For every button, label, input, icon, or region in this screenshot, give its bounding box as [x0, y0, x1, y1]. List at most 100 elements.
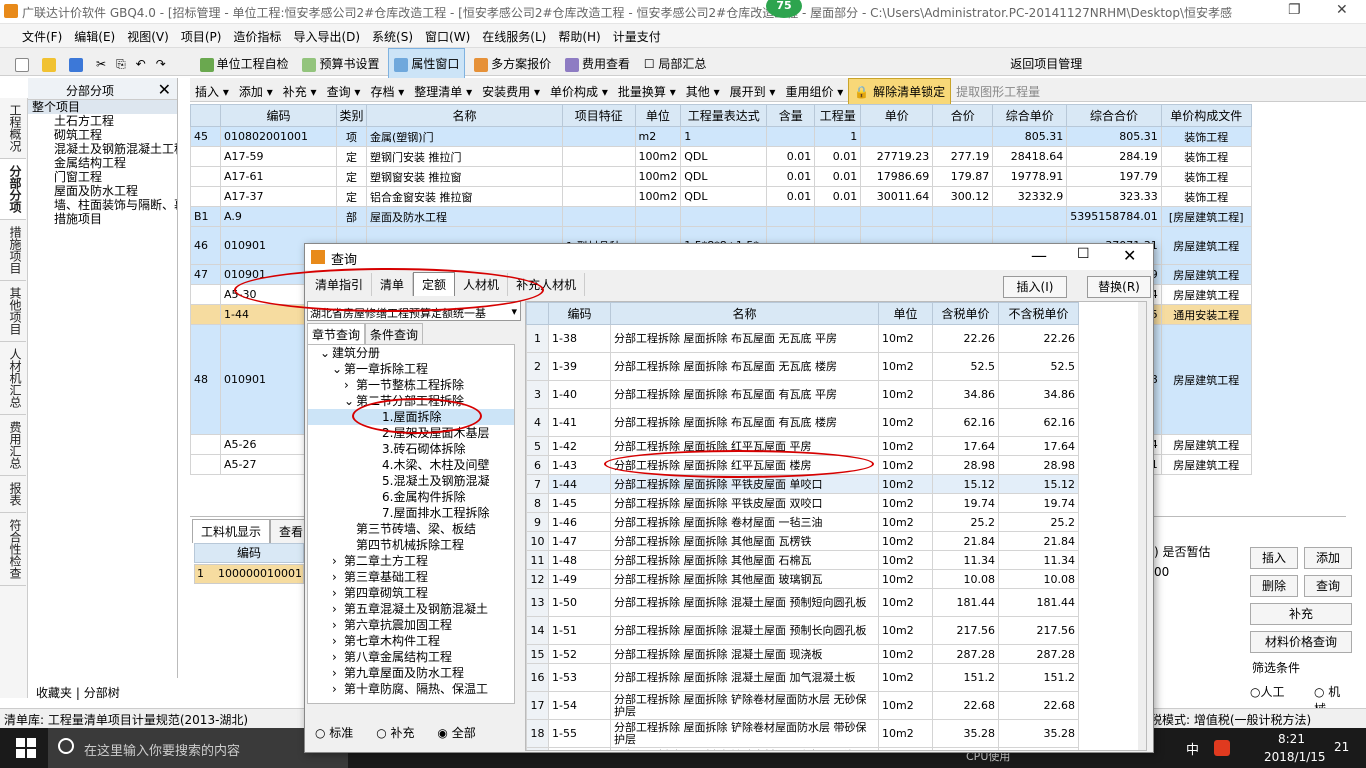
column-header[interactable]: 工程量表达式	[680, 104, 768, 127]
chapter-tree-item[interactable]: › 第十章防腐、隔热、保温工	[308, 681, 514, 697]
close-button[interactable]: ✕	[1336, 2, 1348, 18]
quota-row[interactable]: 16 1-53 分部工程拆除 屋面拆除 混凝土屋面 加气混凝土板 10m2 151.2 1…	[526, 663, 1079, 692]
tree-item[interactable]: 屋面及防水工程	[28, 184, 177, 198]
menu-file[interactable]: 文件(F)	[0, 24, 68, 49]
radio-labor[interactable]: ○人工	[1250, 683, 1285, 700]
menu-cost-index[interactable]: 造价指标	[227, 24, 287, 49]
quota-row[interactable]: 17 1-54 分部工程拆除 屋面拆除 铲除卷材屋面防水层 无砂保护层 10m2 22.…	[526, 691, 1079, 720]
column-header[interactable]: 含量	[766, 104, 816, 127]
tab-condition-query[interactable]: 条件查询	[365, 323, 424, 346]
menu-window[interactable]: 窗口(W)	[419, 24, 476, 49]
supplement-button[interactable]: 补充 ▾	[278, 79, 322, 104]
notification-icon[interactable]: 21	[1334, 740, 1349, 754]
table-row[interactable]: A17-37 定铝合金窗安装 推拉窗 100m2 QDL 0.01 0.01 30011.6…	[190, 186, 1252, 207]
quota-row[interactable]: 11 1-48 分部工程拆除 屋面拆除 其他屋面 石棉瓦 10m2 11.34 11.34	[526, 550, 1079, 570]
clock-time[interactable]: 8:21	[1278, 732, 1305, 746]
chapter-tree-item[interactable]: › 第一节整栋工程拆除	[308, 377, 514, 393]
radio-all[interactable]: ◉ 全部	[437, 726, 475, 740]
quota-row[interactable]: 8 1-45 分部工程拆除 屋面拆除 平铁皮屋面 双咬口 10m2 19.74 19.74	[526, 493, 1079, 513]
windows-start-icon[interactable]	[16, 738, 36, 758]
tab-labor-summary[interactable]: 人材机汇总	[0, 342, 26, 415]
column-header[interactable]: 综合合价	[1066, 104, 1162, 127]
multi-quote-button[interactable]: 多方案报价	[469, 49, 556, 78]
tab-overview[interactable]: 工程概况	[0, 98, 26, 159]
quota-column-header[interactable]: 编码	[548, 302, 611, 325]
column-header[interactable]	[190, 104, 221, 127]
chapter-tree-item[interactable]: › 第四章砌筑工程	[308, 585, 514, 601]
chapter-tree-item[interactable]: › 第六章抗震加固工程	[308, 617, 514, 633]
column-header[interactable]: 单位	[634, 104, 682, 127]
fee-view-button[interactable]: 费用查看	[560, 49, 635, 78]
menu-project[interactable]: 项目(P)	[175, 24, 228, 49]
insert-material-button[interactable]: 插入	[1250, 547, 1298, 569]
expand-to-button[interactable]: 展开到 ▾	[725, 79, 781, 104]
table-row[interactable]: 45 010802001001 项金属(塑钢)门 m2 1 1 805.31 805.31 装饰…	[190, 126, 1252, 147]
quota-row[interactable]: 14 1-51 分部工程拆除 屋面拆除 混凝土屋面 预制长向圆孔板 10m2 217.5…	[526, 616, 1079, 645]
chapter-tree-item[interactable]: 7.屋面排水工程拆除	[308, 505, 514, 521]
delete-material-button[interactable]: 删除	[1250, 575, 1298, 597]
quota-column-header[interactable]: 名称	[610, 302, 879, 325]
chapter-tree-item[interactable]: › 第八章金属结构工程	[308, 649, 514, 665]
table-row[interactable]: B1 A.9 部屋面及防水工程 5395158784.01 [房屋建筑工程]	[190, 206, 1252, 227]
tree-item[interactable]: 混凝土及钢筋混凝土工程	[28, 142, 177, 156]
quota-row[interactable]: 2 1-39 分部工程拆除 屋面拆除 布瓦屋面 无瓦底 楼房 10m2 52.5 52.5	[526, 352, 1079, 381]
quota-row[interactable]: 10 1-47 分部工程拆除 屋面拆除 其他屋面 瓦楞铁 10m2 21.84 21.84	[526, 531, 1079, 551]
column-header[interactable]: 类别	[336, 104, 367, 127]
insert-button[interactable]: 插入 ▾	[190, 79, 234, 104]
close-icon[interactable]: ✕	[158, 80, 171, 99]
chapter-tree-item[interactable]: 3.砖石砌体拆除	[308, 441, 514, 457]
quota-column-header[interactable]	[526, 302, 549, 325]
column-header[interactable]: 编码	[220, 104, 337, 127]
self-check-button[interactable]: 单位工程自检	[195, 49, 294, 78]
chapter-tree-item[interactable]: › 第七章木构件工程	[308, 633, 514, 649]
chapter-tree-item[interactable]: 第三节砖墙、梁、板结	[308, 521, 514, 537]
tree-item[interactable]: 土石方工程	[28, 114, 177, 128]
material-price-query-button[interactable]: 材料价格查询	[1250, 631, 1352, 653]
tab-division-tree[interactable]: 分部树	[84, 686, 120, 700]
tree-item[interactable]: 整个项目	[28, 100, 177, 114]
tab-other[interactable]: 其他项目	[0, 281, 26, 342]
redo-icon[interactable]: ↷	[151, 51, 171, 77]
menu-view[interactable]: 视图(V)	[121, 24, 175, 49]
quota-column-header[interactable]: 不含税单价	[998, 302, 1079, 325]
tab-division[interactable]: 分部分项	[0, 159, 26, 220]
chapter-tree-item[interactable]: 第四节机械拆除工程	[308, 537, 514, 553]
restore-button[interactable]: ❐	[1288, 2, 1301, 18]
chapter-tree-item[interactable]: ⌄ 建筑分册	[308, 345, 514, 361]
tab-fee-summary[interactable]: 费用汇总	[0, 415, 26, 476]
open-icon[interactable]	[37, 51, 64, 78]
quota-scrollbar[interactable]	[1138, 302, 1146, 750]
add-button[interactable]: 添加 ▾	[234, 79, 278, 104]
chapter-tree-item[interactable]: › 第二章土方工程	[308, 553, 514, 569]
quota-row[interactable]: 13 1-50 分部工程拆除 屋面拆除 混凝土屋面 预制短向圆孔板 10m2 181.4…	[526, 588, 1079, 617]
query-material-button[interactable]: 查询	[1304, 575, 1352, 597]
radio-standard[interactable]: ○ 标准	[315, 726, 353, 740]
chapter-tree-item[interactable]: ⌄ 第一章拆除工程	[308, 361, 514, 377]
chapter-tree-item[interactable]: 6.金属构件拆除	[308, 489, 514, 505]
chapter-tree-item[interactable]: › 第三章基础工程	[308, 569, 514, 585]
quota-row[interactable]: 12 1-49 分部工程拆除 屋面拆除 其他屋面 玻璃钢瓦 10m2 10.08 10.0…	[526, 569, 1079, 589]
add-material-button[interactable]: 添加	[1304, 547, 1352, 569]
query-button[interactable]: 查询 ▾	[322, 79, 366, 104]
tab-measures[interactable]: 措施项目	[0, 220, 26, 281]
chapter-tree-item[interactable]: 5.混凝土及钢筋混凝	[308, 473, 514, 489]
tab-compliance[interactable]: 符合性检查	[0, 513, 26, 586]
batch-convert-button[interactable]: 批量换算 ▾	[613, 79, 681, 104]
save-icon[interactable]	[64, 51, 91, 78]
new-icon[interactable]	[10, 51, 37, 78]
maximize-icon[interactable]: ☐	[1077, 246, 1090, 262]
column-header[interactable]: 名称	[366, 104, 563, 127]
quota-row[interactable]: 7 1-44 分部工程拆除 屋面拆除 平铁皮屋面 单咬口 10m2 15.12 15.12	[526, 474, 1079, 494]
unit-price-button[interactable]: 单价构成 ▾	[545, 79, 613, 104]
install-fee-button[interactable]: 安装费用 ▾	[477, 79, 545, 104]
dialog-insert-button[interactable]: 插入(I)	[1003, 276, 1067, 298]
back-project-button[interactable]: 返回项目管理	[1005, 49, 1087, 78]
ime-indicator[interactable]: 中	[1186, 739, 1199, 758]
tree-item[interactable]: 金属结构工程	[28, 156, 177, 170]
menu-import-export[interactable]: 导入导出(D)	[287, 24, 366, 49]
chapter-tree-item[interactable]: › 第五章混凝土及钢筋混凝土	[308, 601, 514, 617]
column-header[interactable]: 单价	[860, 104, 934, 127]
quota-column-header[interactable]: 单位	[878, 302, 933, 325]
dialog-replace-button[interactable]: 替换(R)	[1087, 276, 1151, 298]
other-button[interactable]: 其他 ▾	[681, 79, 725, 104]
